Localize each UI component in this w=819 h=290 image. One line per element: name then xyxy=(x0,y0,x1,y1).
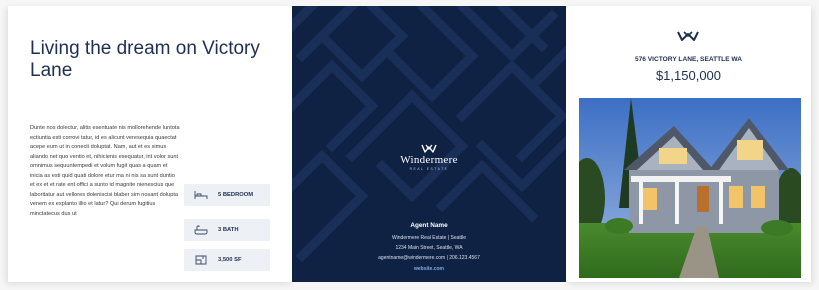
feature-label: 5 BEDROOM xyxy=(218,192,254,198)
agent-address: 1234 Main Street, Seattle, WA xyxy=(395,245,463,251)
feature-label: 3,500 SF xyxy=(218,257,242,263)
brochure-left-panel: Living the dream on Victory Lane Dunte n… xyxy=(8,6,292,282)
panel-title: Living the dream on Victory Lane xyxy=(30,38,260,81)
agent-name: Agent Name xyxy=(410,222,448,229)
description-text: Dunte nos dolectur, alitis esentuate nis… xyxy=(30,125,180,217)
windermere-logo-icon xyxy=(677,31,699,41)
bed-icon xyxy=(194,191,208,199)
floorplan-icon xyxy=(195,255,207,265)
agent-contact: Agent Name Windermere Real Estate | Seat… xyxy=(292,222,566,272)
property-price: $1,150,000 xyxy=(655,68,722,83)
feature-baths: 3 BATH xyxy=(184,219,270,241)
brand-subtitle: REAL ESTATE xyxy=(409,167,449,171)
feature-square-feet: 3,500 SF xyxy=(184,249,270,271)
brand-logo: Windermere REAL ESTATE xyxy=(292,144,566,171)
agent-company: Windermere Real Estate | Seattle xyxy=(391,235,467,241)
house-photo xyxy=(579,98,801,278)
feature-bedrooms: 5 BEDROOM xyxy=(184,184,270,206)
brand-name: Windermere xyxy=(400,154,458,166)
property-address: 576 VICTORY LANE, SEATTLE WA xyxy=(634,56,743,63)
brochure-cover-panel: Windermere REAL ESTATE Agent Name Winder… xyxy=(292,6,566,282)
website-link: website.com xyxy=(413,266,444,272)
bath-icon xyxy=(194,225,208,235)
windermere-logo-icon xyxy=(421,144,437,153)
feature-label: 3 BATH xyxy=(218,227,239,233)
agent-email-phone: agentname@windermere.com | 206.123.4567 xyxy=(378,255,480,261)
brochure-right-panel: 576 VICTORY LANE, SEATTLE WA $1,150,000 xyxy=(566,6,811,282)
